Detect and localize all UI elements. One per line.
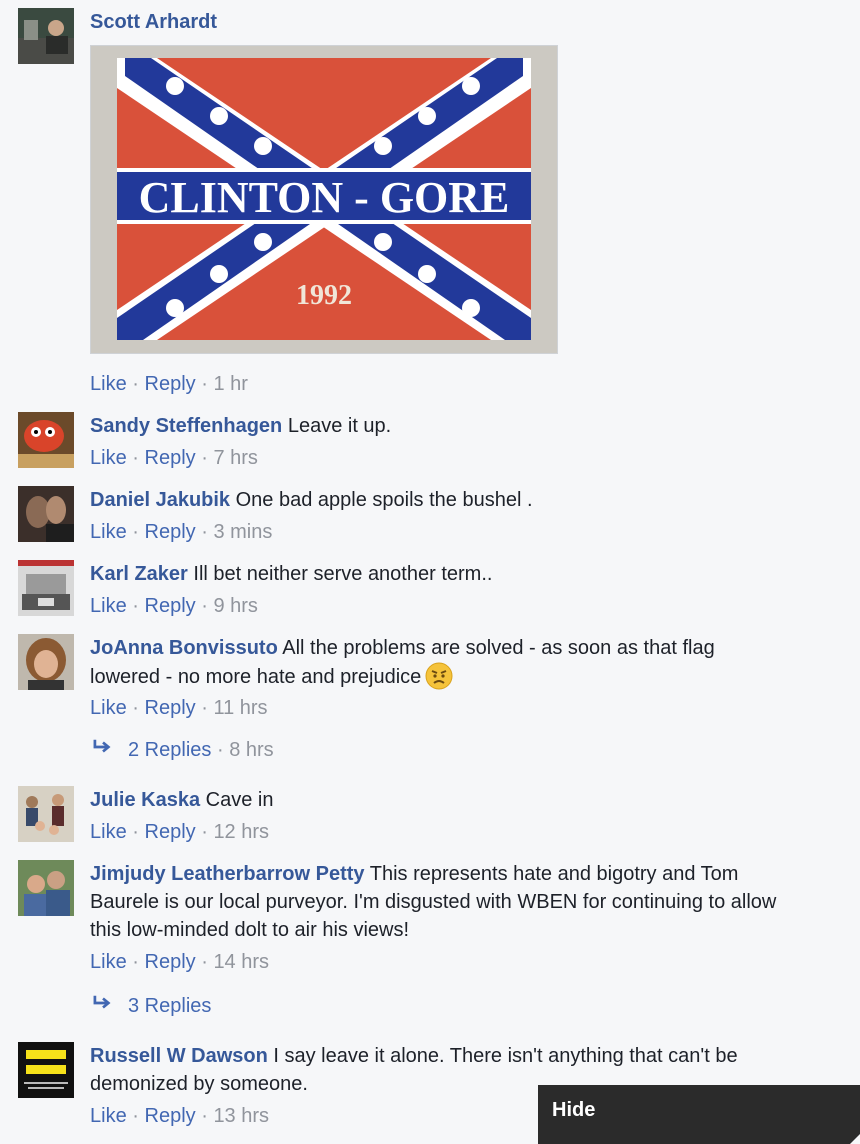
hide-label: Hide bbox=[552, 1099, 596, 1121]
image-headline: CLINTON - GORE bbox=[139, 173, 510, 222]
separator: · bbox=[201, 821, 208, 843]
like-link[interactable]: Like bbox=[90, 447, 127, 469]
view-replies[interactable]: 3 Replies bbox=[92, 992, 211, 1020]
separator: · bbox=[201, 697, 208, 719]
timestamp[interactable]: 9 hrs bbox=[213, 595, 257, 617]
timestamp[interactable]: 3 mins bbox=[213, 521, 272, 543]
comment-text: Baurele is our local purveyor. I'm disgu… bbox=[90, 891, 777, 913]
comment-text: I say leave it alone. There isn't anythi… bbox=[273, 1045, 738, 1067]
reply-link[interactable]: Reply bbox=[145, 447, 196, 469]
separator: · bbox=[201, 521, 208, 543]
avatar[interactable] bbox=[18, 1042, 74, 1098]
tooltip-notch bbox=[850, 1134, 860, 1144]
reply-link[interactable]: Reply bbox=[145, 521, 196, 543]
comment-text: lowered - no more hate and prejudice bbox=[90, 666, 422, 688]
separator: · bbox=[132, 697, 139, 719]
angry-emoji-icon bbox=[425, 662, 453, 690]
reply-link[interactable]: Reply bbox=[145, 951, 196, 973]
like-link[interactable]: Like bbox=[90, 697, 127, 719]
like-link[interactable]: Like bbox=[90, 821, 127, 843]
avatar[interactable] bbox=[18, 560, 74, 616]
replies-timestamp: 8 hrs bbox=[229, 739, 274, 761]
separator: · bbox=[132, 521, 139, 543]
separator: · bbox=[216, 739, 224, 761]
timestamp[interactable]: 13 hrs bbox=[213, 1105, 269, 1127]
separator: · bbox=[201, 447, 208, 469]
timestamp[interactable]: 1 hr bbox=[213, 373, 247, 395]
like-link[interactable]: Like bbox=[90, 951, 127, 973]
comment-text: Cave in bbox=[205, 789, 274, 811]
avatar[interactable] bbox=[18, 486, 74, 542]
timestamp[interactable]: 11 hrs bbox=[213, 697, 267, 719]
separator: · bbox=[132, 951, 139, 973]
comment-author[interactable]: Julie Kaska bbox=[90, 789, 200, 811]
comment-text: All the problems are solved - as soon as… bbox=[282, 637, 715, 659]
avatar[interactable] bbox=[18, 786, 74, 842]
separator: · bbox=[132, 821, 139, 843]
comment-author[interactable]: JoAnna Bonvissuto bbox=[90, 637, 278, 659]
comment-text: Leave it up. bbox=[287, 415, 392, 437]
like-link[interactable]: Like bbox=[90, 595, 127, 617]
replies-count-link[interactable]: 3 Replies bbox=[128, 995, 211, 1017]
comment-author[interactable]: Sandy Steffenhagen bbox=[90, 415, 282, 437]
avatar[interactable] bbox=[18, 860, 74, 916]
separator: · bbox=[132, 595, 139, 617]
separator: · bbox=[132, 447, 139, 469]
image-year: 1992 bbox=[296, 280, 352, 311]
comment-text: One bad apple spoils the bushel . bbox=[235, 489, 533, 511]
replies-count-link[interactable]: 2 Replies bbox=[128, 739, 211, 761]
reply-link[interactable]: Reply bbox=[145, 1105, 196, 1127]
comment-author[interactable]: Karl Zaker bbox=[90, 563, 188, 585]
separator: · bbox=[201, 373, 208, 395]
comment-text: This represents hate and bigotry and Tom bbox=[369, 863, 739, 885]
avatar[interactable] bbox=[18, 412, 74, 468]
comment-text: Ill bet neither serve another term.. bbox=[193, 563, 493, 585]
reply-link[interactable]: Reply bbox=[145, 595, 196, 617]
comment-author[interactable]: Daniel Jakubik bbox=[90, 489, 230, 511]
comment-text: demonized by someone. bbox=[90, 1073, 308, 1095]
timestamp[interactable]: 7 hrs bbox=[213, 447, 257, 469]
like-link[interactable]: Like bbox=[90, 521, 127, 543]
hide-button[interactable]: Hide bbox=[538, 1085, 860, 1144]
timestamp[interactable]: 14 hrs bbox=[213, 951, 269, 973]
reply-arrow-icon bbox=[92, 992, 128, 1020]
timestamp[interactable]: 12 hrs bbox=[213, 821, 269, 843]
comment-author[interactable]: Scott Arhardt bbox=[90, 11, 217, 33]
like-link[interactable]: Like bbox=[90, 1105, 127, 1127]
separator: · bbox=[201, 951, 208, 973]
like-link[interactable]: Like bbox=[90, 373, 127, 395]
view-replies[interactable]: 2 Replies · 8 hrs bbox=[92, 736, 274, 764]
separator: · bbox=[201, 595, 208, 617]
comment-image[interactable]: CLINTON - GORE 1992 bbox=[90, 45, 558, 354]
comment-text: this low-minded dolt to air his views! bbox=[90, 919, 410, 941]
comment-author[interactable]: Russell W Dawson bbox=[90, 1045, 268, 1067]
separator: · bbox=[132, 373, 139, 395]
avatar[interactable] bbox=[18, 8, 74, 64]
separator: · bbox=[132, 1105, 139, 1127]
comment-author[interactable]: Jimjudy Leatherbarrow Petty bbox=[90, 863, 365, 885]
avatar[interactable] bbox=[18, 634, 74, 690]
reply-link[interactable]: Reply bbox=[145, 373, 196, 395]
reply-link[interactable]: Reply bbox=[145, 697, 196, 719]
reply-link[interactable]: Reply bbox=[145, 821, 196, 843]
separator: · bbox=[201, 1105, 208, 1127]
reply-arrow-icon bbox=[92, 736, 128, 764]
